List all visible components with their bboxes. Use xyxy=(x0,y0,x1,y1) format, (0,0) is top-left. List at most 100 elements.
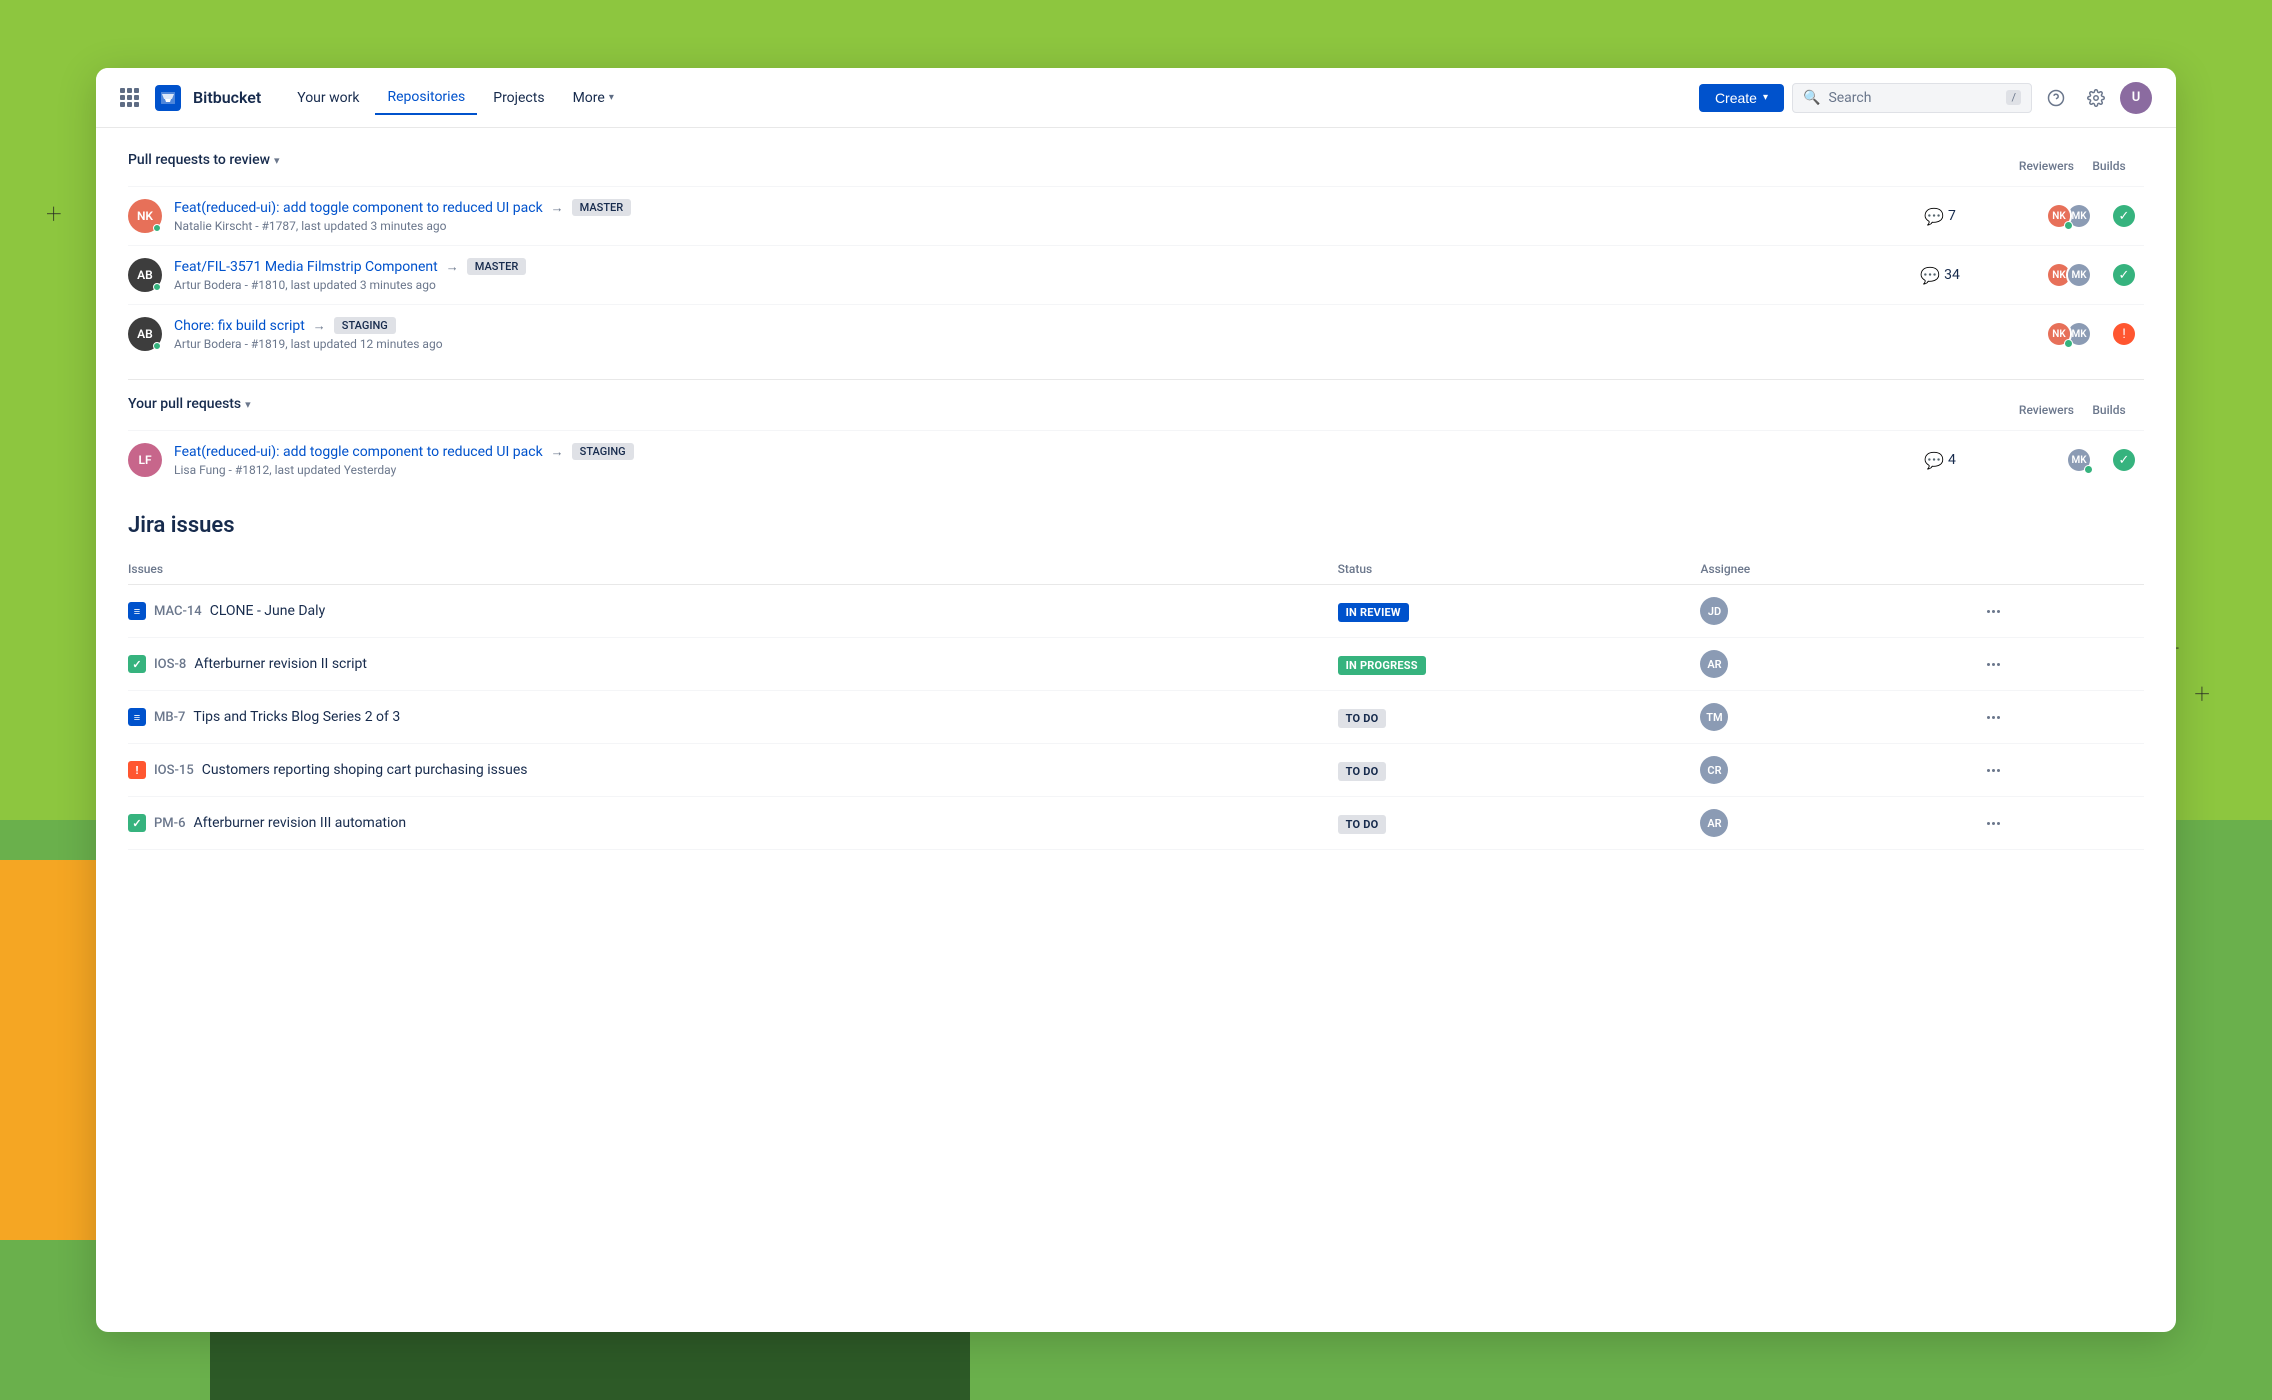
issue-id: MAC-14 xyxy=(154,604,202,619)
assignee-avatar: AR xyxy=(1700,650,1728,678)
issue-title-cell: ✓ PM-6 Afterburner revision III automati… xyxy=(128,797,1338,850)
pr-title[interactable]: Feat(reduced-ui): add toggle component t… xyxy=(174,444,543,460)
main-window: Bitbucket Your work Repositories Project… xyxy=(96,68,2176,1332)
more-chevron-icon: ▾ xyxy=(609,92,614,103)
pr-row: AB Chore: fix build script → STAGING Art… xyxy=(128,304,2144,363)
issue-assignee-cell: AR xyxy=(1700,797,1982,850)
pr-info: Feat(reduced-ui): add toggle component t… xyxy=(174,443,1898,477)
issue-title[interactable]: Afterburner revision III automation xyxy=(193,815,406,831)
pr-title[interactable]: Feat/FIL-3571 Media Filmstrip Component xyxy=(174,259,438,275)
nav-your-work[interactable]: Your work xyxy=(285,82,371,114)
issue-title[interactable]: CLONE - June Daly xyxy=(210,603,326,619)
your-pr-chevron-icon: ▾ xyxy=(245,398,251,411)
pr-comments: 💬 34 xyxy=(1910,266,1970,285)
create-button[interactable]: Create ▾ xyxy=(1699,84,1784,112)
issue-title[interactable]: Customers reporting shoping cart purchas… xyxy=(202,762,528,778)
comment-icon: 💬 xyxy=(1920,266,1940,285)
reviewer-avatar: MK xyxy=(2066,262,2092,288)
build-success-icon: ✓ xyxy=(2113,449,2135,471)
comment-count: 7 xyxy=(1948,208,1956,224)
issue-row: ✓ IOS-8 Afterburner revision II script I… xyxy=(128,638,2144,691)
issue-actions-cell xyxy=(1983,638,2144,691)
pr-meta: Artur Bodera - #1819, last updated 12 mi… xyxy=(174,337,1898,351)
issue-more-menu[interactable] xyxy=(1983,818,2144,829)
reviewer-check-icon xyxy=(2064,221,2073,230)
pr-row: LF Feat(reduced-ui): add toggle componen… xyxy=(128,430,2144,489)
assignee-col-header: Assignee xyxy=(1700,554,1982,585)
grid-icon[interactable] xyxy=(120,88,139,107)
pr-title[interactable]: Chore: fix build script xyxy=(174,318,305,334)
help-button[interactable] xyxy=(2040,82,2072,114)
issue-more-menu[interactable] xyxy=(1983,765,2144,776)
pr-build-status: ✓ xyxy=(2104,264,2144,286)
issue-status-cell: TO DO xyxy=(1338,691,1701,744)
issue-type-icon: ✓ xyxy=(128,655,146,673)
nav-projects[interactable]: Projects xyxy=(481,82,556,114)
your-pr-builds-col: Builds xyxy=(2074,403,2144,417)
issue-status-cell: TO DO xyxy=(1338,797,1701,850)
pr-build-status: ! xyxy=(2104,323,2144,345)
issue-title[interactable]: Tips and Tricks Blog Series 2 of 3 xyxy=(193,709,400,725)
pr-comments: 💬 4 xyxy=(1910,451,1970,470)
settings-button[interactable] xyxy=(2080,82,2112,114)
reviewer-check-icon xyxy=(2084,465,2093,474)
app-name: Bitbucket xyxy=(193,88,261,107)
pr-title[interactable]: Feat(reduced-ui): add toggle component t… xyxy=(174,200,543,216)
pr-online-indicator xyxy=(153,224,161,232)
pr-meta: Lisa Fung - #1812, last updated Yesterda… xyxy=(174,463,1898,477)
issue-status-cell: IN REVIEW xyxy=(1338,585,1701,638)
assignee-avatar: CR xyxy=(1700,756,1728,784)
pr-online-indicator xyxy=(153,283,161,291)
issue-id: IOS-8 xyxy=(154,657,186,672)
issue-type-icon: ✓ xyxy=(128,814,146,832)
issue-assignee-cell: TM xyxy=(1700,691,1982,744)
reviewer-check-icon xyxy=(2064,339,2073,348)
pr-row: AB Feat/FIL-3571 Media Filmstrip Compone… xyxy=(128,245,2144,304)
create-chevron-icon: ▾ xyxy=(1763,92,1768,103)
build-error-icon: ! xyxy=(2113,323,2135,345)
status-badge: IN PROGRESS xyxy=(1338,656,1426,675)
build-success-icon: ✓ xyxy=(2113,205,2135,227)
assignee-avatar: JD xyxy=(1700,597,1728,625)
reviewer-avatar-wrap: MK xyxy=(2066,447,2092,473)
jira-issues-section: Jira issues Issues Status Assignee xyxy=(128,513,2144,850)
issue-id: MB-7 xyxy=(154,710,185,725)
issue-row: ! IOS-15 Customers reporting shoping car… xyxy=(128,744,2144,797)
status-badge: TO DO xyxy=(1338,815,1387,834)
pr-branch-badge: STAGING xyxy=(334,317,396,334)
user-avatar[interactable]: U xyxy=(2120,82,2152,114)
nav-more[interactable]: More ▾ xyxy=(561,82,626,114)
search-icon: 🔍 xyxy=(1803,90,1820,106)
issue-row: ✓ PM-6 Afterburner revision III automati… xyxy=(128,797,2144,850)
pr-build-status: ✓ xyxy=(2104,449,2144,471)
pr-row: NK Feat(reduced-ui): add toggle componen… xyxy=(128,186,2144,245)
comment-icon: 💬 xyxy=(1924,207,1944,226)
status-badge: TO DO xyxy=(1338,709,1387,728)
content-area: Pull requests to review ▾ Reviewers Buil… xyxy=(96,128,2176,1332)
issue-more-menu[interactable] xyxy=(1983,659,2144,670)
issue-id: IOS-15 xyxy=(154,763,194,778)
nav-repositories[interactable]: Repositories xyxy=(375,81,477,115)
issue-type-icon: ≡ xyxy=(128,602,146,620)
search-box[interactable]: 🔍 Search / xyxy=(1792,83,2032,113)
pr-arrow-icon: → xyxy=(446,259,459,275)
issue-row: ≡ MAC-14 CLONE - June Daly IN REVIEW xyxy=(128,585,2144,638)
comment-count: 34 xyxy=(1944,267,1960,283)
issue-more-menu[interactable] xyxy=(1983,606,2144,617)
comment-count: 4 xyxy=(1948,452,1956,468)
comment-icon: 💬 xyxy=(1924,451,1944,470)
issue-actions-cell xyxy=(1983,691,2144,744)
pr-to-review-header[interactable]: Pull requests to review ▾ xyxy=(128,152,1964,168)
your-pr-header[interactable]: Your pull requests ▾ xyxy=(128,396,1964,412)
issue-assignee-cell: CR xyxy=(1700,744,1982,797)
issue-more-menu[interactable] xyxy=(1983,712,2144,723)
issue-title-cell: ! IOS-15 Customers reporting shoping car… xyxy=(128,744,1338,797)
build-success-icon: ✓ xyxy=(2113,264,2135,286)
assignee-avatar: TM xyxy=(1700,703,1728,731)
issue-title[interactable]: Afterburner revision II script xyxy=(194,656,367,672)
issue-row: ≡ MB-7 Tips and Tricks Blog Series 2 of … xyxy=(128,691,2144,744)
pr-build-status: ✓ xyxy=(2104,205,2144,227)
pr-author-avatar: LF xyxy=(128,443,162,477)
pr-info: Chore: fix build script → STAGING Artur … xyxy=(174,317,1898,351)
pr-arrow-icon: → xyxy=(551,200,564,216)
